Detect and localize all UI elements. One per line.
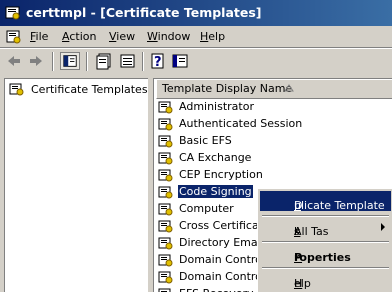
certificate-template-icon [158,271,173,284]
certificate-template-icon [158,237,173,250]
properties-sheet-icon[interactable] [94,52,114,70]
certificate-template-icon [158,118,173,131]
column-header-label: Template Display Name [162,82,293,95]
certificate-template-icon [158,101,173,114]
document-menu-icon[interactable] [6,30,22,44]
context-menu-all-tasks[interactable]: All Tas k s [260,217,391,238]
title-bar[interactable]: certtmpl - [Certificate Templates] [0,0,392,26]
context-menu: Du plicate Template All Tas k s Properties … [257,188,392,292]
menu-help[interactable]: Help [200,30,225,43]
svg-text:?: ? [154,55,162,70]
tree-node-label: Certificate Templates [31,83,148,96]
export-list-icon[interactable] [118,52,138,70]
certificate-template-icon [158,152,173,165]
toolbar-separator-highlight [143,52,144,71]
sort-ascending-icon [284,84,294,92]
menu-action[interactable]: Action [62,30,96,43]
toolbar-separator-highlight [53,52,54,71]
template-name: Administrator [179,100,254,113]
console-window-icon[interactable] [170,52,190,70]
toolbar: ? [0,47,392,75]
template-name: Code Signing [178,185,253,198]
back-arrow-icon[interactable] [4,52,24,70]
menu-view[interactable]: View [109,30,135,43]
certificate-template-icon [158,288,171,292]
certificate-template-icon [158,186,173,199]
forward-arrow-icon[interactable] [26,52,46,70]
context-menu-properties[interactable]: Properties [260,243,391,264]
show-hide-console-tree-icon[interactable] [60,52,80,70]
template-name: CEP Encryption [179,168,263,181]
context-menu-help[interactable]: Help [260,269,391,290]
certificate-template-icon [158,169,173,182]
menu-bar: File Action View Window Help [0,26,392,47]
toolbar-separator-highlight [87,52,88,71]
submenu-arrow-icon [381,223,385,231]
template-name: Computer [179,202,234,215]
certificate-template-icon [158,254,173,267]
window-title: certtmpl - [Certificate Templates] [26,5,262,20]
template-name: CA Exchange [179,151,252,164]
certtmpl-app-icon [5,6,20,20]
template-name: Authenticated Session [179,117,303,130]
certificate-template-icon [158,203,173,216]
template-name: Basic EFS [179,134,232,147]
certificate-templates-folder-icon [9,83,24,96]
certificate-template-icon [158,220,173,233]
menu-window[interactable]: Window [147,30,190,43]
console-tree-pane[interactable]: Certificate Templates [4,78,148,292]
help-topic-icon[interactable]: ? [148,52,168,70]
certificate-template-icon [158,135,173,148]
menu-file[interactable]: File [30,30,48,43]
column-header-template-display-name[interactable]: Template Display Name [156,79,392,99]
context-menu-duplicate-template[interactable]: Du plicate Template [260,191,391,212]
